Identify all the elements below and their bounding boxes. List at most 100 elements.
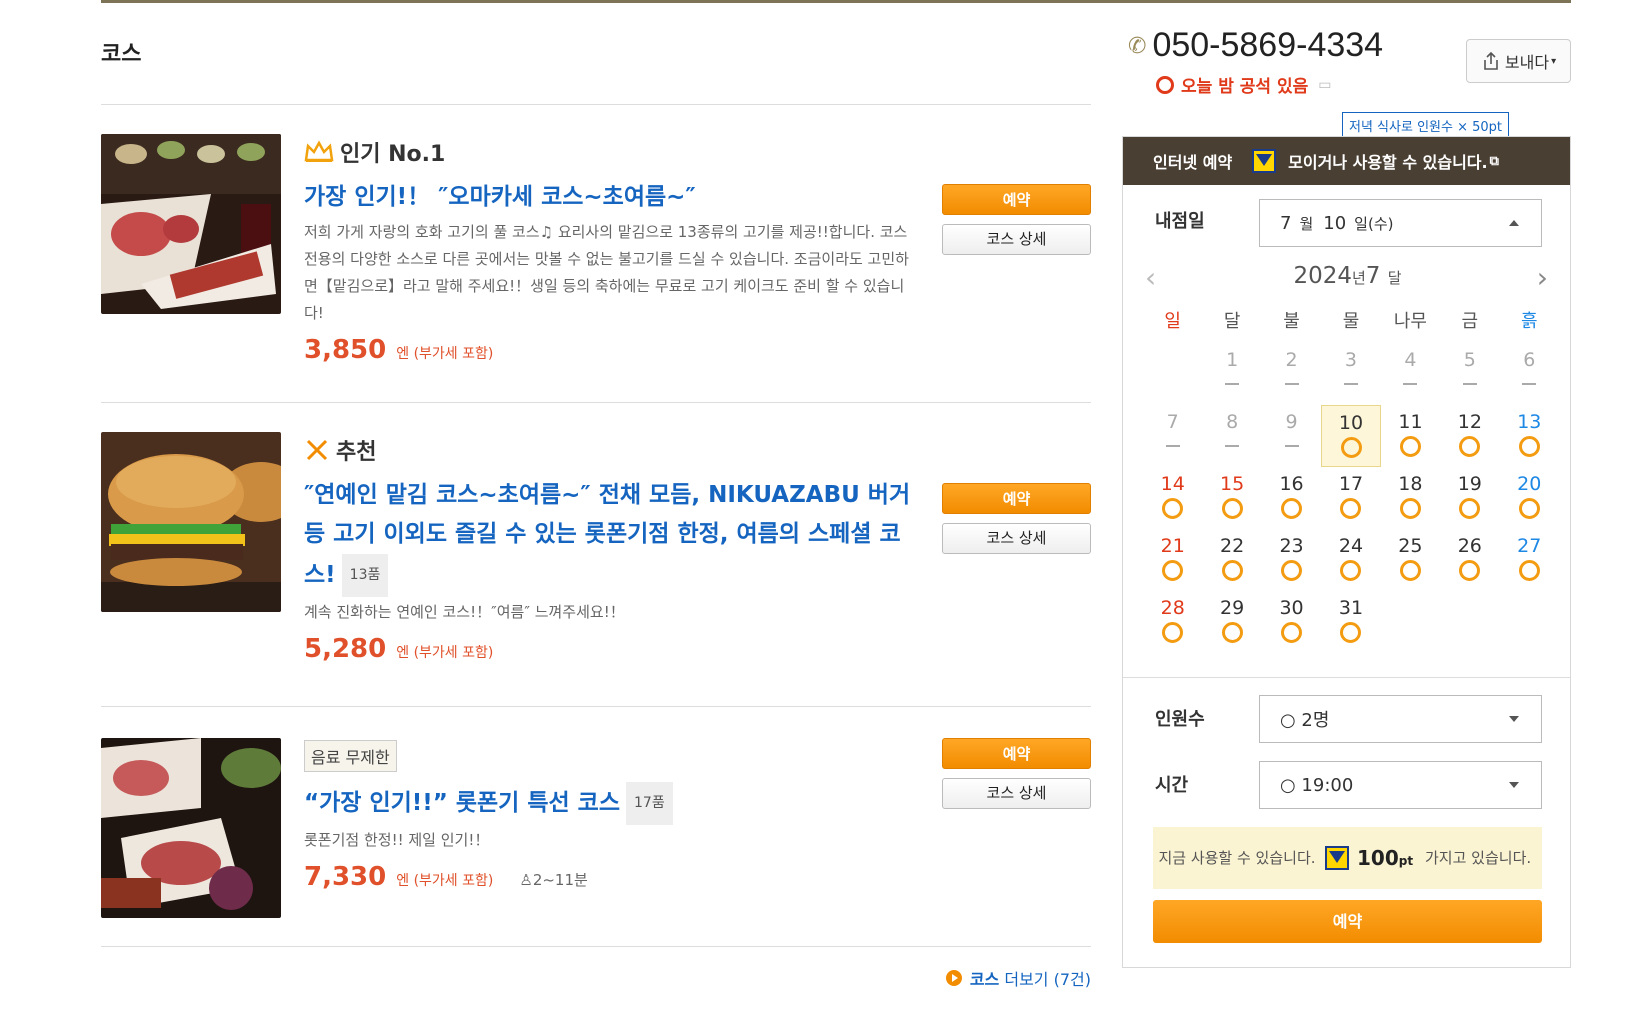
calendar-day: 9	[1262, 405, 1321, 467]
weekday-label: 불	[1283, 311, 1300, 332]
date-select[interactable]: 7 월 10 일(수)	[1259, 199, 1542, 247]
calendar-day[interactable]: 22	[1202, 529, 1261, 591]
weekday-label: 금	[1461, 311, 1479, 332]
calendar-day[interactable]: 27	[1500, 529, 1559, 591]
day-number: 9	[1285, 411, 1298, 433]
more-courses-link[interactable]: 코스 더보기 (7건)	[945, 966, 1091, 990]
calendar-week: 21 22 23 24 25 26 27	[1143, 529, 1559, 591]
course-actions: 예약 코스 상세	[942, 483, 1091, 554]
course-title-text[interactable]: ″연예인 맡김 코스~초여름~″ 전채 모듬, NIKUAZABU 버거 등 고…	[304, 482, 910, 588]
reserve-submit-button[interactable]: 예약	[1153, 900, 1542, 943]
day-number: 20	[1517, 473, 1542, 495]
reserve-button[interactable]: 예약	[942, 184, 1091, 215]
divider	[101, 706, 1091, 707]
course-item: 인기 No.1 가장 인기!！ ″오마카세 코스~초여름~″ 저희 가게 자랑의…	[101, 134, 1091, 365]
calendar-day[interactable]: 25	[1381, 529, 1440, 591]
weekday-label: 나무	[1393, 311, 1427, 332]
date-month-unit: 월	[1299, 214, 1314, 233]
phone-text[interactable]: 050-5869-4334	[1152, 26, 1383, 65]
calendar-empty-cell	[1143, 343, 1202, 405]
points-usable-link[interactable]: 모이거나 사용할 수 있습니다.	[1288, 149, 1487, 173]
calendar-empty-cell	[1500, 591, 1559, 653]
calendar-day[interactable]: 16	[1262, 467, 1321, 529]
course-item: 음료 무제한 “가장 인기!!” 롯폰기 특선 코스 17품 롯폰기점 한정!! …	[101, 738, 1091, 928]
share-label[interactable]: 보내다	[1505, 49, 1549, 73]
course-title[interactable]: 가장 인기!！ ″오마카세 코스~초여름~″	[304, 178, 914, 217]
course-title-text[interactable]: “가장 인기!!” 롯폰기 특선 코스	[304, 790, 620, 816]
calendar-day[interactable]: 15	[1202, 467, 1261, 529]
available-circle-icon	[1162, 498, 1184, 519]
course-photo-2[interactable]	[101, 432, 281, 612]
day-number: 13	[1517, 411, 1542, 433]
reservation-panel: 인터넷 예약 모이거나 사용할 수 있습니다. ⧉ 내점일 7 월 10 일(수…	[1122, 136, 1571, 968]
tax-note: 엔 (부가세 포함)	[396, 346, 494, 362]
calendar-day[interactable]: 29	[1202, 591, 1261, 653]
cal-year: 2024	[1293, 263, 1352, 289]
divider	[101, 946, 1091, 947]
arrow-circle-icon	[945, 970, 962, 986]
time-value: ○ 19:00	[1280, 774, 1354, 796]
calendar-day[interactable]: 18	[1381, 467, 1440, 529]
calendar-day[interactable]: 23	[1262, 529, 1321, 591]
calendar-day[interactable]: 24	[1321, 529, 1380, 591]
unavailable-dash	[1225, 445, 1240, 447]
calendar-day[interactable]: 20	[1500, 467, 1559, 529]
cutlery-icon	[306, 439, 328, 461]
course-photo-3[interactable]	[101, 738, 281, 918]
weekday-header: 일 달 불 물 나무 금 흙	[1143, 303, 1559, 343]
day-number: 18	[1398, 473, 1423, 495]
calendar-empty-cell	[1440, 591, 1499, 653]
reserve-button[interactable]: 예약	[942, 483, 1091, 514]
calendar-week: 1 2 3 4 5 6	[1143, 343, 1559, 405]
phone-number[interactable]: ✆ 050-5869-4334	[1128, 26, 1383, 65]
calendar-day[interactable]: 17	[1321, 467, 1380, 529]
unavailable-dash	[1284, 445, 1299, 447]
day-number: 16	[1279, 473, 1304, 495]
unavailable-dash	[1225, 383, 1240, 385]
available-circle-icon	[1518, 498, 1540, 519]
calendar-day[interactable]: 14	[1143, 467, 1202, 529]
calendar-day[interactable]: 28	[1143, 591, 1202, 653]
calendar-day-selected[interactable]: 10	[1321, 405, 1381, 467]
course-title[interactable]: “가장 인기!!” 롯폰기 특선 코스 17품	[304, 782, 914, 825]
calendar-day: 8	[1202, 405, 1261, 467]
course-description: 저희 가게 자랑의 호화 고기의 풀 코스♫ 요리사의 맡김으로 13종류의 고…	[304, 223, 909, 322]
dish-count: 17품	[626, 782, 673, 825]
day-number: 27	[1517, 535, 1542, 557]
vacancy-status: 오늘 밤 공석 있음 ▭	[1156, 72, 1331, 97]
course-photo-1[interactable]	[101, 134, 281, 314]
calendar-day[interactable]: 12	[1440, 405, 1499, 467]
course-actions: 예약 코스 상세	[942, 184, 1091, 255]
unavailable-dash	[1462, 383, 1477, 385]
calendar-day[interactable]: 31	[1321, 591, 1380, 653]
people-select[interactable]: ○ 2명	[1259, 695, 1542, 743]
calendar-day[interactable]: 13	[1500, 405, 1559, 467]
calendar-day[interactable]: 26	[1440, 529, 1499, 591]
time-select[interactable]: ○ 19:00	[1259, 761, 1542, 809]
course-detail-button[interactable]: 코스 상세	[942, 523, 1091, 554]
course-detail-button[interactable]: 코스 상세	[942, 224, 1091, 255]
day-number: 3	[1344, 349, 1358, 371]
course-price: 3,850	[304, 335, 387, 365]
calendar-day[interactable]: 11	[1381, 405, 1440, 467]
chevron-down-icon: ▾	[1551, 55, 1557, 67]
available-circle-icon	[1221, 498, 1243, 519]
next-month-button[interactable]: ›	[1537, 261, 1548, 294]
more-label[interactable]: 코스	[970, 966, 999, 990]
weekday-label: 흙	[1520, 311, 1538, 332]
available-circle-icon	[1459, 436, 1481, 457]
comment-icon[interactable]: ▭	[1318, 77, 1331, 93]
calendar-day[interactable]: 19	[1440, 467, 1499, 529]
weekday-label: 달	[1223, 311, 1241, 332]
more-text[interactable]: 더보기 (7건)	[1004, 966, 1091, 990]
available-circle-icon	[1156, 75, 1174, 94]
course-title[interactable]: ″연예인 맡김 코스~초여름~″ 전채 모듬, NIKUAZABU 버거 등 고…	[304, 476, 914, 597]
reserve-button[interactable]: 예약	[942, 738, 1091, 769]
available-circle-icon	[1399, 498, 1421, 519]
course-title-text[interactable]: 가장 인기!！ ″오마카세 코스~초여름~″	[304, 184, 696, 210]
section-title: 코스	[101, 42, 142, 67]
calendar-day[interactable]: 21	[1143, 529, 1202, 591]
share-button[interactable]: 보내다 ▾	[1466, 39, 1571, 83]
course-detail-button[interactable]: 코스 상세	[942, 778, 1091, 809]
calendar-day[interactable]: 30	[1262, 591, 1321, 653]
